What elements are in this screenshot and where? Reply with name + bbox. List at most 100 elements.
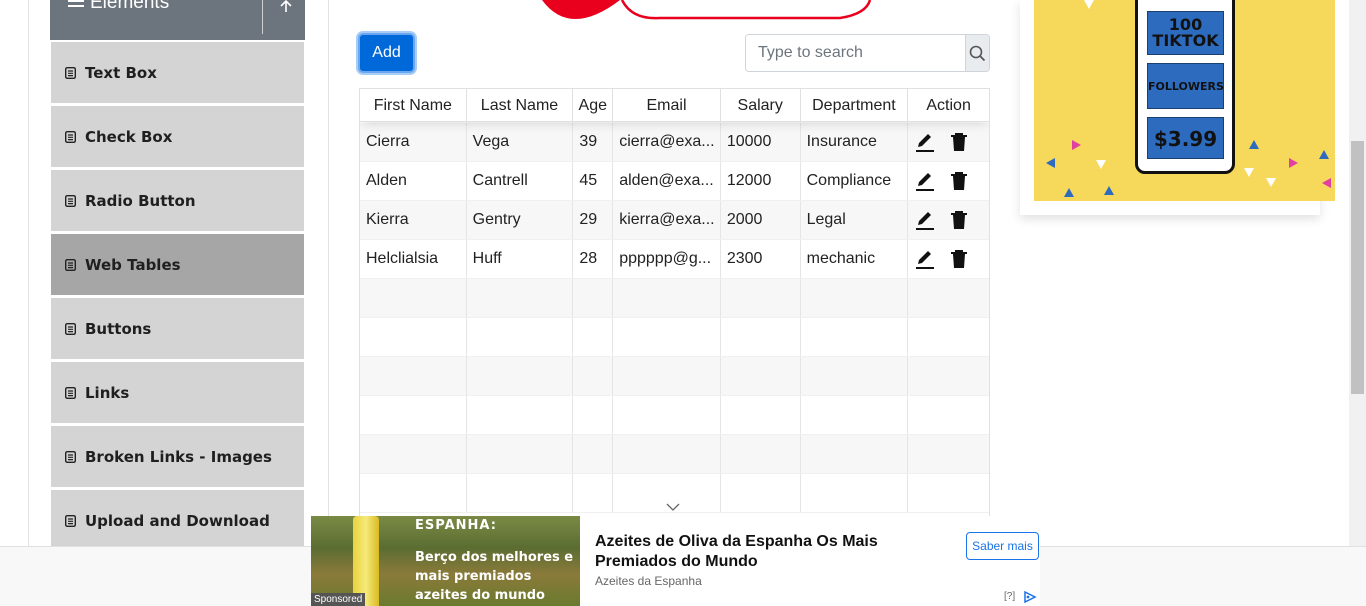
column-header-action: Action bbox=[926, 96, 971, 114]
sidebar-item-label: Check Box bbox=[85, 127, 173, 146]
table-row: Cierra Vega 39 cierra@exa... 10000 Insur… bbox=[360, 123, 989, 162]
collapse-icon[interactable] bbox=[278, 0, 294, 14]
cell-first-name: Cierra bbox=[360, 123, 467, 161]
add-button[interactable]: Add bbox=[358, 33, 415, 73]
search-box bbox=[745, 34, 990, 72]
edit-pencil-icon[interactable] bbox=[915, 132, 935, 152]
cell-last-name: Gentry bbox=[467, 201, 574, 239]
sidebar-item-web-tables[interactable]: Web Tables bbox=[51, 233, 304, 295]
empty-table-row bbox=[360, 357, 989, 396]
column-header-salary[interactable]: Salary bbox=[721, 89, 801, 122]
empty-table-row bbox=[360, 318, 989, 357]
cell-last-name: Huff bbox=[467, 240, 574, 278]
search-icon bbox=[969, 45, 986, 61]
document-icon bbox=[65, 450, 76, 463]
search-button[interactable] bbox=[965, 35, 989, 71]
document-icon bbox=[65, 514, 76, 527]
table-header: First Name Last Name Age Email Salary De… bbox=[360, 89, 989, 122]
cell-action bbox=[908, 201, 989, 239]
sidebar-item-label: Radio Button bbox=[85, 191, 196, 210]
ad-box-price: $3.99 bbox=[1147, 117, 1224, 159]
left-panel: Elements Text Box Check Box Radio Button… bbox=[28, 0, 329, 606]
table-row: Kierra Gentry 29 kierra@exa... 2000 Lega… bbox=[360, 201, 989, 240]
sidebar-item-label: Upload and Download bbox=[85, 511, 270, 530]
cell-salary: 2300 bbox=[721, 240, 801, 278]
cell-email: kierra@exa... bbox=[613, 201, 721, 239]
ad-image-tagline: Berço dos melhores e mais premiados azei… bbox=[415, 550, 574, 603]
document-icon bbox=[65, 130, 76, 143]
phone-graphic: 100 TIKTOK FOLLOWERS $3.99 bbox=[1135, 0, 1235, 174]
ad-box-followers: FOLLOWERS bbox=[1147, 63, 1224, 109]
elements-group-header[interactable]: Elements bbox=[50, 0, 305, 40]
column-header-last-name[interactable]: Last Name bbox=[467, 89, 574, 122]
cell-salary: 2000 bbox=[721, 201, 801, 239]
scrollbar-thumb[interactable] bbox=[1351, 141, 1364, 394]
chevron-down-icon bbox=[666, 503, 680, 511]
saber-mais-button[interactable]: Saber mais bbox=[966, 532, 1039, 560]
sidebar-item-broken-links[interactable]: Broken Links - Images bbox=[51, 425, 304, 487]
olive-oil-ad-image[interactable]: ESPANHA: Berço dos melhores e mais premi… bbox=[311, 516, 580, 606]
cell-age: 45 bbox=[573, 162, 614, 200]
cell-salary: 12000 bbox=[721, 162, 801, 200]
sidebar-item-radio-button[interactable]: Radio Button bbox=[51, 169, 304, 231]
sidebar-item-upload-download[interactable]: Upload and Download bbox=[51, 489, 304, 551]
ad-source: Azeites da Espanha bbox=[595, 574, 702, 588]
cell-last-name: Vega bbox=[467, 123, 574, 161]
cell-email: pppppp@g... bbox=[613, 240, 721, 278]
header-divider bbox=[262, 0, 263, 34]
document-icon bbox=[65, 386, 76, 399]
empty-table-row bbox=[360, 435, 989, 474]
page-scrollbar[interactable] bbox=[1349, 0, 1366, 548]
table-row: Alden Cantrell 45 alden@exa... 12000 Com… bbox=[360, 162, 989, 201]
delete-trash-icon[interactable] bbox=[950, 210, 968, 230]
page: Elements Text Box Check Box Radio Button… bbox=[0, 0, 1366, 606]
ad-box-tiktok: 100 TIKTOK bbox=[1147, 11, 1224, 55]
edit-pencil-icon[interactable] bbox=[915, 210, 935, 230]
cell-first-name: Alden bbox=[360, 162, 467, 200]
sidebar-item-label: Broken Links - Images bbox=[85, 447, 272, 466]
cell-department: Compliance bbox=[801, 162, 909, 200]
document-icon bbox=[65, 322, 76, 335]
column-header-email[interactable]: Email bbox=[613, 89, 721, 122]
cell-salary: 10000 bbox=[721, 123, 801, 161]
adchoices-icon[interactable] bbox=[1023, 591, 1037, 603]
cell-age: 39 bbox=[573, 123, 614, 161]
sidebar-item-label: Text Box bbox=[85, 63, 157, 82]
banner-logo-image bbox=[542, 0, 872, 20]
empty-table-row bbox=[360, 396, 989, 435]
ad-title[interactable]: Azeites de Oliva da Espanha Os Mais Prem… bbox=[595, 532, 915, 572]
document-icon bbox=[65, 258, 76, 271]
hamburger-icon bbox=[68, 0, 84, 12]
delete-trash-icon[interactable] bbox=[950, 249, 968, 269]
document-icon bbox=[65, 194, 76, 207]
bottom-ad[interactable]: ESPANHA: Berço dos melhores e mais premi… bbox=[311, 516, 1040, 606]
ad-info-link[interactable]: [?] bbox=[1004, 591, 1015, 602]
ad-image-headline: ESPANHA: bbox=[415, 518, 497, 533]
sponsored-label: Sponsored bbox=[311, 593, 366, 606]
cell-email: alden@exa... bbox=[613, 162, 721, 200]
edit-pencil-icon[interactable] bbox=[915, 171, 935, 191]
edit-pencil-icon[interactable] bbox=[915, 249, 935, 269]
sidebar-item-label: Links bbox=[85, 383, 130, 402]
sidebar-item-text-box[interactable]: Text Box bbox=[51, 41, 304, 103]
column-header-age[interactable]: Age bbox=[573, 89, 614, 122]
table-row: Helclialsia Huff 28 pppppp@g... 2300 mec… bbox=[360, 240, 989, 279]
cell-action bbox=[908, 123, 989, 161]
sidebar-item-label: Buttons bbox=[85, 319, 152, 338]
sidebar-item-buttons[interactable]: Buttons bbox=[51, 297, 304, 359]
cell-department: Legal bbox=[801, 201, 909, 239]
delete-trash-icon[interactable] bbox=[950, 132, 968, 152]
delete-trash-icon[interactable] bbox=[950, 171, 968, 191]
tiktok-followers-ad[interactable]: 100 TIKTOK FOLLOWERS $3.99 bbox=[1034, 0, 1335, 201]
sidebar-item-label: Web Tables bbox=[85, 255, 181, 274]
column-header-first-name[interactable]: First Name bbox=[360, 89, 467, 122]
column-header-department[interactable]: Department bbox=[801, 89, 909, 122]
document-icon bbox=[65, 66, 76, 79]
sidebar-item-check-box[interactable]: Check Box bbox=[51, 105, 304, 167]
cell-action bbox=[908, 240, 989, 278]
sidebar-item-links[interactable]: Links bbox=[51, 361, 304, 423]
cell-first-name: Kierra bbox=[360, 201, 467, 239]
search-input[interactable] bbox=[746, 35, 965, 71]
web-table: First Name Last Name Age Email Salary De… bbox=[359, 88, 990, 518]
cell-last-name: Cantrell bbox=[467, 162, 574, 200]
